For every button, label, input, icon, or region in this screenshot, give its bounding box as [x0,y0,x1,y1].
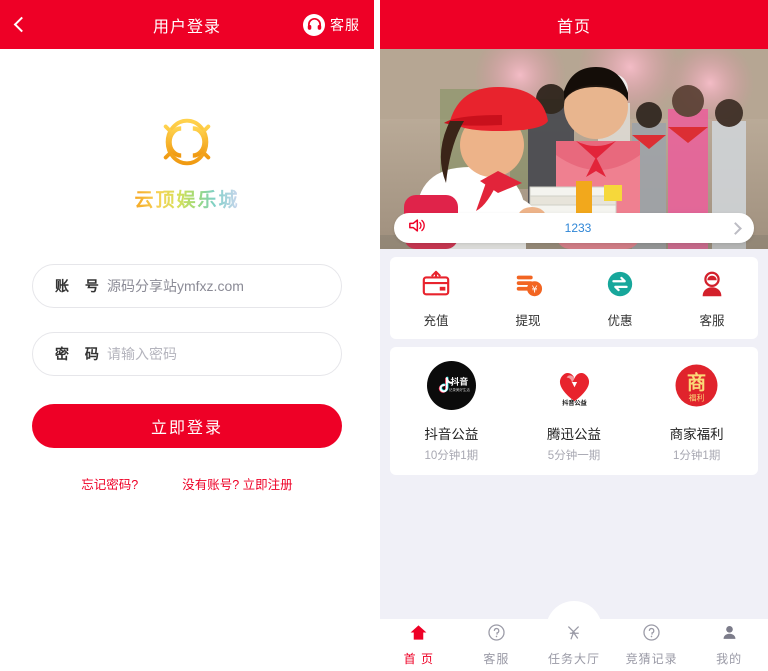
quick-action-label: 优惠 [607,314,633,328]
password-label: 密 码 [55,346,105,362]
chevron-left-icon [13,16,30,33]
product-period: 1分钟1期 [673,450,721,462]
header-service-button[interactable]: 客服 [303,0,360,49]
password-field[interactable]: 密 码 [32,332,342,376]
brand-logo: 云顶娱乐城 [32,111,342,212]
support-agent-icon [697,269,727,304]
products-row: 抖音 记录美好生活 抖音公益 10分钟1期 抖音公益 腾迅公益 5分钟一期 商 … [390,347,758,475]
exchange-arrows-icon [605,269,635,304]
quick-action-recharge[interactable]: 充值 [390,269,482,329]
merchant-badge-icon: 商 福利 [672,361,721,415]
tab-support[interactable]: 客服 [458,623,536,667]
svg-text:福利: 福利 [689,392,705,402]
announcement-bar[interactable]: 1233 [394,213,754,243]
login-form: 云顶娱乐城 账 号 密 码 立即登录 忘记密码? 没有账号? 立即注册 [0,111,374,493]
home-icon [409,623,428,647]
tab-label: 竞猜记录 [625,652,678,666]
login-header: 用户登录 客服 [0,0,374,49]
records-icon [642,623,661,647]
recharge-card-icon [421,269,451,304]
products-card: 抖音 记录美好生活 抖音公益 10分钟1期 抖音公益 腾迅公益 5分钟一期 商 … [390,347,758,475]
register-link[interactable]: 没有账号? 立即注册 [182,474,292,493]
quick-action-label: 提现 [515,314,541,328]
product-name: 商家福利 [669,427,724,442]
tab-label: 客服 [483,652,510,666]
product-merchant[interactable]: 商 福利 商家福利 1分钟1期 [635,361,758,463]
product-douyin[interactable]: 抖音 记录美好生活 抖音公益 10分钟1期 [390,361,513,463]
quick-actions-card: 充值 ¥ 提现 优惠 客服 [390,257,758,339]
support-icon [487,623,506,647]
brand-name: 云顶娱乐城 [134,185,239,212]
tab-home[interactable]: 首 页 [380,623,458,667]
quick-action-label: 客服 [699,314,725,328]
tab-profile[interactable]: 我的 [690,623,768,667]
yunding-emblem-icon [156,111,218,173]
headset-icon [303,13,325,36]
account-label: 账 号 [55,278,105,294]
tasks-icon [564,623,583,647]
login-screen: 用户登录 客服 云顶娱乐城 账 号 源码分享站ymfxz.com 密 码 立即登… [0,0,377,671]
quick-actions-row: 充值 ¥ 提现 优惠 客服 [390,257,758,339]
home-screen: 首页 1233 充值 ¥ 提现 优惠 客服 抖音 记录美好生活 抖音公益 10分… [380,0,768,671]
password-input[interactable] [107,346,319,362]
douyin-logo-icon: 抖音 记录美好生活 [426,361,476,415]
tencent-heart-icon: 抖音公益 [550,361,599,415]
quick-action-support[interactable]: 客服 [666,269,758,329]
back-button[interactable] [13,0,30,49]
home-page-title: 首页 [556,18,591,36]
account-field[interactable]: 账 号 [32,264,342,308]
login-submit-button[interactable]: 立即登录 [32,404,342,448]
chevron-right-icon[interactable] [729,221,742,235]
withdraw-coins-icon: ¥ [513,269,543,304]
svg-text:¥: ¥ [532,284,538,295]
tab-label: 我的 [716,652,743,666]
page-title: 用户登录 [152,18,221,36]
product-period: 10分钟1期 [424,450,479,462]
tab-tasks[interactable]: 任务大厅 [535,623,613,667]
account-input[interactable] [107,278,319,294]
svg-text:抖音: 抖音 [450,376,468,388]
person-icon [720,623,739,647]
svg-text:记录美好生活: 记录美好生活 [449,387,470,392]
banner-carousel[interactable]: 1233 [380,49,768,249]
bottom-tabbar: 首 页 客服 任务大厅 竞猜记录 我的 [380,601,768,671]
product-tencent[interactable]: 抖音公益 腾迅公益 5分钟一期 [513,361,636,463]
quick-action-label: 充值 [423,314,449,328]
product-name: 腾迅公益 [547,427,601,442]
speaker-icon [408,218,425,238]
home-header: 首页 [380,0,768,49]
announcement-text: 1233 [564,221,592,235]
login-links: 忘记密码? 没有账号? 立即注册 [32,474,342,493]
forgot-password-link[interactable]: 忘记密码? [81,474,138,493]
svg-text:商: 商 [687,371,706,394]
header-service-label: 客服 [330,16,360,33]
tab-records[interactable]: 竞猜记录 [613,623,691,667]
quick-action-discount[interactable]: 优惠 [574,269,666,329]
quick-action-withdraw[interactable]: ¥ 提现 [482,269,574,329]
tab-label: 任务大厅 [547,652,600,666]
product-period: 5分钟一期 [547,450,601,462]
tab-label: 首 页 [403,652,434,666]
svg-text:抖音公益: 抖音公益 [562,399,586,407]
product-name: 抖音公益 [424,427,479,442]
